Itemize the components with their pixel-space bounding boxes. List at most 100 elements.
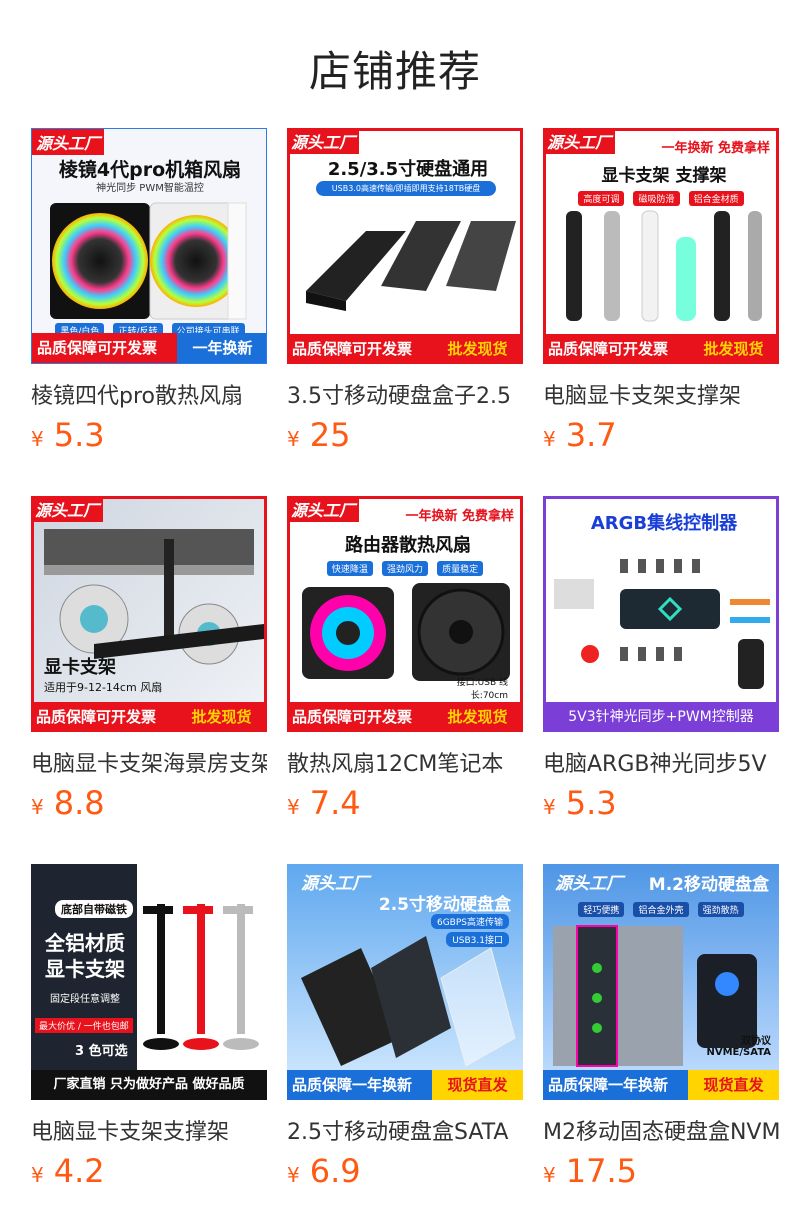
tag-badge: 源头工厂 [301, 874, 369, 894]
page-title: 店铺推荐 [308, 47, 481, 96]
product-price: ¥7.4 [287, 784, 361, 828]
product-image[interactable]: 底部自带磁铁 全铝材质 显卡支架 固定段任意调整 最大价优 / 一件也包邮 3 … [31, 864, 267, 1100]
banner-left-text: 品质保障可开发票 [34, 702, 176, 729]
product-image[interactable]: 源头工厂 2.5/3.5寸硬盘通用 USB3.0高速传输/即插即用支持18TB硬… [287, 128, 523, 364]
product-name[interactable]: 3.5寸移动硬盘盒子2.5 [287, 378, 523, 412]
tag-badge: 源头工厂 [290, 131, 360, 154]
product-image[interactable]: 源头工厂 2.5寸移动硬盘盒 6GBPS高速传输 USB3.1接口 品质保障一年… [287, 864, 523, 1100]
banner-center-text: 厂家直销 只为做好产品 做好品质 [53, 1077, 245, 1092]
image-top-right-text: 一年换新 免费拿样 [405, 509, 514, 524]
image-subline: 神光同步 PWM智能温控 [96, 183, 204, 194]
product-name[interactable]: 2.5寸移动硬盘盒SATA [287, 1114, 523, 1148]
feature-chip: 6GBPS高速传输 [430, 914, 509, 929]
product-price: ¥6.9 [287, 1152, 361, 1196]
fan-illustration-icon [302, 583, 510, 681]
banner-left-text: 品质保障可开发票 [290, 334, 432, 361]
feature-chip: 最大价优 / 一件也包邮 [35, 1018, 133, 1033]
controller-diagram-icon [554, 559, 770, 689]
product-price: ¥17.5 [543, 1152, 637, 1196]
product-name[interactable]: 棱镜四代pro散热风扇 [31, 378, 267, 412]
product-image[interactable]: 源头工厂 棱镜4代pro机箱风扇 神光同步 PWM智能温控 黑色/白色 正转/反… [31, 128, 267, 364]
banner-center-text: 5V3针神光同步+PWM控制器 [568, 709, 754, 725]
product-image[interactable]: ARGB集线控制器 5V3针神光同步+PWM控制器 [543, 496, 779, 732]
feature-chip: 强劲风力 [381, 561, 428, 576]
product-image[interactable]: 源头工厂 M.2移动硬盘盒 轻巧便携 铝合金外壳 强劲散热 双协议 NVME/S… [543, 864, 779, 1100]
banner-right-text: 现货直发 [688, 1070, 779, 1100]
image-subline: 固定段任意调整 [50, 994, 120, 1005]
product-price: ¥4.2 [31, 1152, 105, 1196]
product-name[interactable]: 散热风扇12CM笔记本 [287, 746, 523, 780]
image-headline: M.2移动硬盘盒 [648, 875, 769, 895]
currency-symbol: ¥ [287, 427, 300, 451]
currency-symbol: ¥ [31, 795, 44, 819]
product-name[interactable]: 电脑显卡支架海景房支架 [31, 746, 267, 780]
product-price: ¥5.3 [31, 416, 105, 460]
banner-left-text: 品质保障可开发票 [290, 702, 432, 729]
tag-badge: 底部自带磁铁 [55, 900, 133, 918]
fan-illustration-icon [50, 202, 247, 320]
feature-chip: 铝合金外壳 [633, 902, 689, 917]
image-headline: 路由器散热风扇 [345, 535, 471, 556]
product-name[interactable]: 电脑显卡支架支撑架 [31, 1114, 267, 1148]
image-note: 双协议 NVME/SATA [706, 1036, 772, 1058]
image-headline: 全铝材质 显卡支架 [45, 931, 125, 981]
price-value: 8.8 [53, 784, 105, 822]
image-top-right-text: 一年换新 免费拿样 [661, 141, 770, 156]
product-price: ¥5.3 [543, 784, 617, 828]
feature-chip: 轻巧便携 [578, 902, 625, 917]
promo-banner: 品质保障一年换新 现货直发 [543, 1070, 779, 1100]
image-headline: 显卡支架 支撑架 [601, 166, 727, 186]
feature-chip: 高度可调 [578, 191, 625, 206]
promo-banner: 品质保障可开发票 批发现货 [34, 702, 264, 729]
promo-banner: 品质保障可开发票 批发现货 [290, 702, 520, 729]
price-value: 7.4 [309, 784, 361, 822]
image-note: 3 色可选 [75, 1044, 128, 1059]
product-image[interactable]: 源头工厂 一年换新 免费拿样 显卡支架 支撑架 高度可调 磁吸防滑 铝合金材质 … [543, 128, 779, 364]
product-name[interactable]: 电脑ARGB神光同步5V [543, 746, 779, 780]
promo-banner: 品质保障可开发票 批发现货 [290, 334, 520, 361]
promo-banner: 5V3针神光同步+PWM控制器 [546, 702, 776, 729]
feature-chip: 质量稳定 [437, 561, 484, 576]
currency-symbol: ¥ [543, 427, 556, 451]
currency-symbol: ¥ [287, 1163, 300, 1187]
image-headline: ARGB集线控制器 [590, 513, 738, 534]
image-headline: 2.5/3.5寸硬盘通用 [327, 159, 489, 180]
price-value: 5.3 [53, 416, 105, 454]
drive-enclosure-icon [306, 221, 516, 311]
gpu-bracket-icon [44, 529, 264, 665]
gpu-support-icon [566, 210, 762, 322]
image-subline: USB3.0高速传输/即插即用支持18TB硬盘 [316, 181, 496, 196]
image-headline: 棱镜4代pro机箱风扇 [58, 159, 242, 181]
banner-left-text: 品质保障可开发票 [546, 334, 688, 361]
banner-right-text: 批发现货 [688, 334, 776, 361]
product-price: ¥25 [287, 416, 350, 460]
product-name[interactable]: M2移动固态硬盘盒NVME [543, 1114, 779, 1148]
currency-symbol: ¥ [543, 795, 556, 819]
product-image[interactable]: 源头工厂 一年换新 免费拿样 路由器散热风扇 快速降温 强劲风力 质量稳定 接口… [287, 496, 523, 732]
banner-right-text: 批发现货 [176, 702, 264, 729]
image-headline: 显卡支架 [44, 657, 116, 678]
feature-chip: 快速降温 [326, 561, 373, 576]
tag-badge: 源头工厂 [32, 129, 105, 155]
banner-right-text: 批发现货 [432, 702, 520, 729]
feature-chip: 强劲散热 [697, 902, 744, 917]
promo-banner: 品质保障可开发票 一年换新 [32, 333, 266, 363]
feature-chip: 铝合金材质 [688, 191, 744, 206]
feature-chip: 磁吸防滑 [633, 191, 680, 206]
feature-chips: 轻巧便携 铝合金外壳 强劲散热 [543, 898, 779, 917]
gpu-support-icon [143, 904, 259, 1050]
product-name[interactable]: 电脑显卡支架支撑架 [543, 378, 779, 412]
tag-badge: 源头工厂 [290, 499, 360, 522]
drive-enclosure-icon [301, 936, 516, 1067]
tag-badge: 源头工厂 [546, 131, 616, 154]
promo-banner: 品质保障一年换新 现货直发 [287, 1070, 523, 1100]
image-subline: 适用于9-12-14cm 风扇 [44, 681, 163, 694]
price-value: 5.3 [565, 784, 617, 822]
product-price: ¥3.7 [543, 416, 617, 460]
promo-banner: 品质保障可开发票 批发现货 [546, 334, 776, 361]
price-value: 6.9 [309, 1152, 361, 1190]
product-image[interactable]: 源头工厂 显卡支架 适用于9-12-14cm 风扇 品质保障可开发票 批发现货 [31, 496, 267, 732]
tag-badge: 源头工厂 [555, 874, 623, 894]
price-value: 3.7 [565, 416, 617, 454]
image-headline: 2.5寸移动硬盘盒 [378, 895, 511, 915]
